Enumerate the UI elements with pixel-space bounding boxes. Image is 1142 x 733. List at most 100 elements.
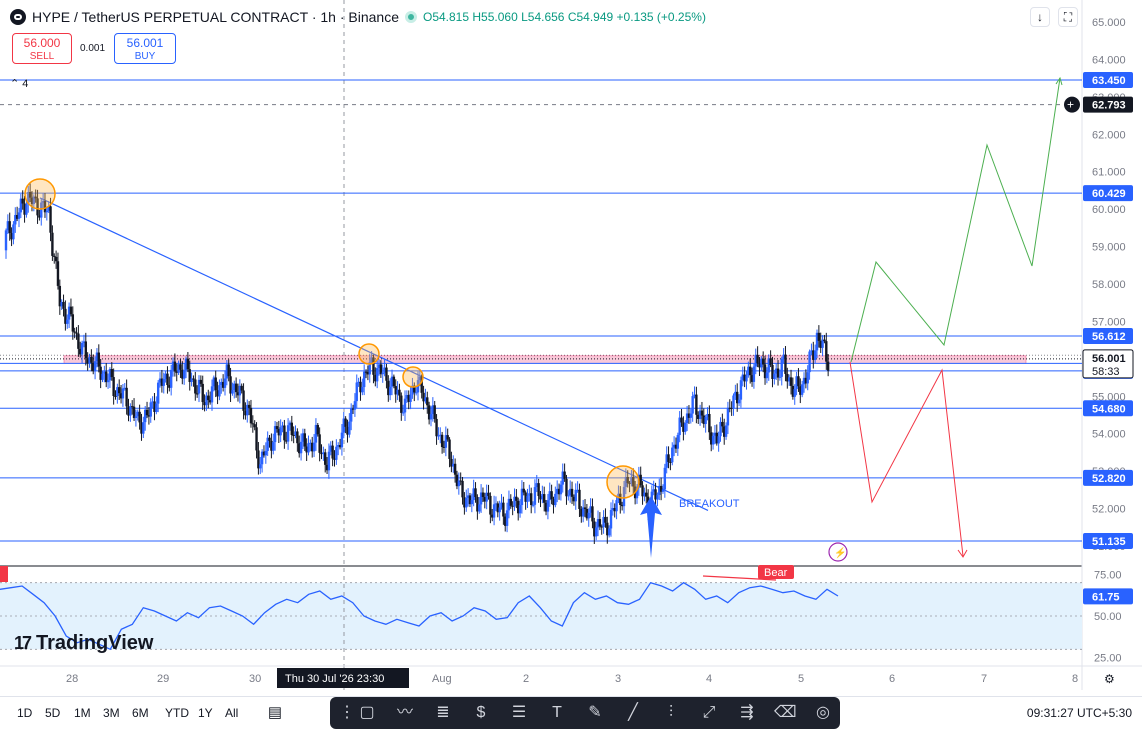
candle xyxy=(554,493,557,506)
ohlc-close: C54.949 xyxy=(567,10,614,24)
price-tick-label: 65.000 xyxy=(1092,17,1126,29)
timeframe-1y[interactable]: 1Y xyxy=(198,706,213,720)
candle xyxy=(739,380,743,400)
long-position-icon[interactable]: ⫶ xyxy=(660,702,682,724)
download-button[interactable]: ↓ xyxy=(1030,7,1050,27)
drag-handle-icon[interactable]: ⋮ xyxy=(336,702,358,724)
candle xyxy=(335,446,338,460)
sell-button[interactable]: 56.000 SELL xyxy=(12,33,72,64)
candle xyxy=(69,306,73,315)
highlight-circle xyxy=(24,178,56,210)
candle xyxy=(227,364,230,377)
ohlc-low: L54.656 xyxy=(521,10,565,24)
candle xyxy=(440,434,444,447)
timeframe-1d[interactable]: 1D xyxy=(17,706,32,720)
candle xyxy=(465,498,468,508)
candle xyxy=(567,495,570,497)
candle xyxy=(327,451,331,471)
candle xyxy=(518,505,522,514)
timeframe-1m[interactable]: 1M xyxy=(74,706,91,720)
time-tick-label: Aug xyxy=(432,673,452,685)
candle xyxy=(344,418,347,427)
candle xyxy=(426,397,429,406)
chevron-down-icon: ⌃ xyxy=(10,78,20,90)
candle xyxy=(435,418,438,437)
text-tool-icon[interactable]: T xyxy=(546,702,568,724)
candle xyxy=(676,435,680,449)
rectangle-tool-icon[interactable]: ▢ xyxy=(356,702,378,724)
candle xyxy=(531,504,535,506)
candle xyxy=(498,507,501,513)
candle xyxy=(598,519,602,527)
chart-canvas[interactable]: BREAKOUT⚡Bear65.00064.00063.00062.00061.… xyxy=(0,0,1142,732)
candle xyxy=(661,489,665,492)
price-range-tool-icon[interactable]: $ xyxy=(470,702,492,724)
indicators-toggle[interactable]: ⌃ 4 xyxy=(10,77,28,90)
candle xyxy=(318,434,321,453)
candle xyxy=(797,376,800,387)
candle xyxy=(75,332,78,334)
candle xyxy=(700,410,704,416)
candle xyxy=(826,361,830,371)
candle xyxy=(149,402,152,417)
candle xyxy=(778,376,782,378)
clock[interactable]: 09:31:27 UTC+5:30 xyxy=(1027,706,1132,720)
breakout-arrow-icon xyxy=(640,496,662,558)
highlight-circle xyxy=(606,465,640,499)
candle xyxy=(448,439,451,459)
candle xyxy=(752,366,756,382)
candle xyxy=(45,210,49,213)
eraser-tool-icon[interactable]: ⌫ xyxy=(774,702,797,724)
symbol-title[interactable]: HYPE / TetherUS PERPETUAL CONTRACT · 1h … xyxy=(32,9,399,25)
timeframe-3m[interactable]: 3M xyxy=(103,706,120,720)
trend-line-icon[interactable]: ╱ xyxy=(622,702,644,724)
candle xyxy=(101,373,104,380)
fullscreen-button[interactable]: ⛶ xyxy=(1058,7,1078,27)
price-tick-label: 61.000 xyxy=(1092,167,1126,179)
time-tick-label: 30 xyxy=(249,673,261,685)
candle xyxy=(409,394,412,402)
candle xyxy=(259,464,262,469)
brush-tool-icon[interactable]: ✎ xyxy=(584,702,606,724)
candle xyxy=(711,435,715,445)
symbol-logo-icon[interactable] xyxy=(10,9,26,25)
candle xyxy=(166,373,169,386)
price-tick-label: 57.000 xyxy=(1092,316,1126,328)
time-tick-label: 28 xyxy=(66,673,78,685)
candle xyxy=(25,204,28,215)
tradingview-logo-icon: 17 xyxy=(14,633,32,653)
level-price-label: 56.612 xyxy=(1092,331,1126,343)
fib-tool-icon[interactable]: ≣ xyxy=(432,702,454,724)
candle xyxy=(156,382,160,404)
buy-button[interactable]: 56.001 BUY xyxy=(114,33,176,64)
timeframe-ytd[interactable]: YTD xyxy=(165,706,189,720)
price-tick-label: 64.000 xyxy=(1092,54,1126,66)
pattern-tool-icon[interactable]: ⤢ xyxy=(698,702,720,724)
calendar-range-icon[interactable]: ▤ xyxy=(264,702,286,724)
candle xyxy=(542,494,546,503)
visibility-tool-icon[interactable]: ◎ xyxy=(812,702,834,724)
candle xyxy=(400,395,403,413)
price-tick-label: 58.000 xyxy=(1092,279,1126,291)
candle xyxy=(609,510,613,529)
time-tick-label: 7 xyxy=(981,673,987,685)
timeframe-all[interactable]: All xyxy=(225,706,238,720)
candle xyxy=(80,342,84,355)
candle xyxy=(145,409,149,416)
candle xyxy=(487,492,490,496)
alert-price-label: 62.793 xyxy=(1092,100,1126,112)
candle xyxy=(51,232,54,256)
lightning-glyph: ⚡ xyxy=(834,546,846,559)
candle xyxy=(813,350,817,360)
timeframe-5d[interactable]: 5D xyxy=(45,706,60,720)
parallel-channel-icon[interactable]: ☰ xyxy=(508,702,530,724)
drawing-toolbar: ⋮ ▢ 〰 ≣ $ ☰ T ✎ ╱ ⫶ ⤢ ⇶ ⌫ ◎ xyxy=(330,697,840,729)
candle xyxy=(680,417,683,423)
timeframe-6m[interactable]: 6M xyxy=(132,706,149,720)
path-tool-icon[interactable]: 〰 xyxy=(394,702,416,724)
measure-tool-icon[interactable]: ⇶ xyxy=(736,702,758,724)
candle xyxy=(429,414,433,420)
candle xyxy=(290,422,294,435)
bar-countdown: 58:33 xyxy=(1092,366,1120,378)
candle xyxy=(207,395,210,401)
